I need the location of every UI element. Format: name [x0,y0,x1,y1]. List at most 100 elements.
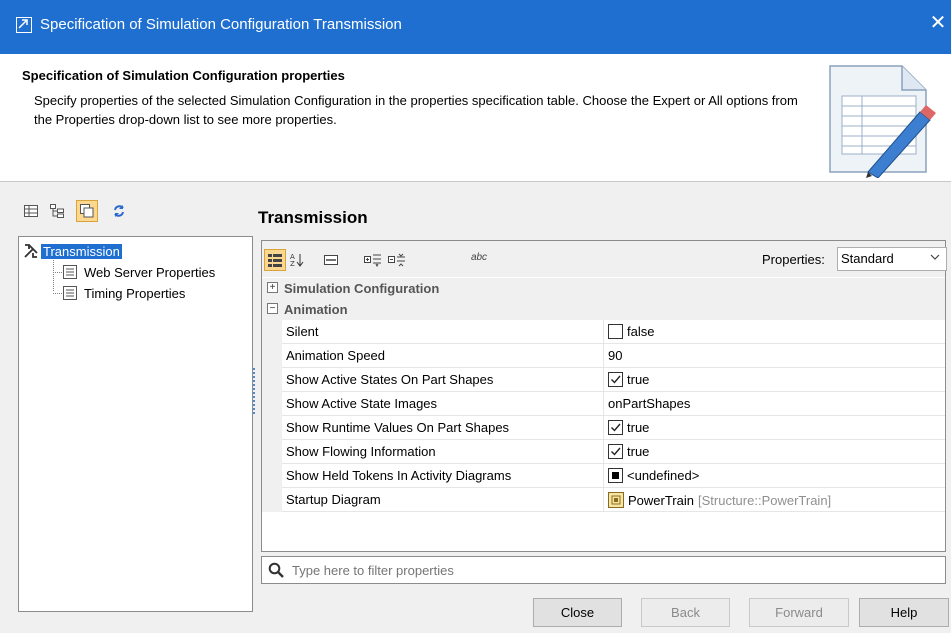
properties-toolbar: AZ abc Properties: Standard [262,241,947,277]
property-value[interactable]: <undefined> [608,468,699,483]
property-value[interactable]: PowerTrain [Structure::PowerTrain] [608,492,831,508]
diagram-icon [608,492,624,508]
svg-text:Z: Z [290,260,295,267]
properties-dropdown[interactable]: Standard [837,247,947,271]
tree-item-transmission[interactable]: Transmission [23,242,122,260]
forward-button[interactable]: Forward [749,598,849,627]
property-value[interactable]: onPartShapes [608,396,690,411]
expand-icon[interactable]: + [267,282,278,293]
property-name: Show Held Tokens In Activity Diagrams [286,468,512,483]
property-value[interactable]: 90 [608,348,622,363]
table-row[interactable]: Show Active States On Part Shapes true [262,368,945,392]
property-value[interactable]: false [608,324,654,339]
row-gutter [262,440,282,464]
group-label: Animation [284,302,348,317]
dialog-header: Specification of Simulation Configuratio… [0,54,951,182]
specification-tree: Transmission Web Server Properties Timin… [18,236,253,612]
group-label: Simulation Configuration [284,281,440,296]
tree-item-label: Transmission [41,243,122,259]
row-gutter [262,344,282,368]
app-icon [16,17,32,33]
column-divider [603,368,604,392]
column-divider [603,440,604,464]
checkbox-unchecked[interactable] [608,324,623,339]
categorized-view-icon[interactable] [264,249,286,271]
column-divider [603,392,604,416]
column-divider [603,416,604,440]
property-name: Animation Speed [286,348,386,363]
tree-item-web-server-properties[interactable]: Web Server Properties [63,263,217,281]
property-value-text: true [627,444,650,459]
tree-item-label: Timing Properties [84,285,186,301]
filter-input[interactable] [292,561,932,580]
column-divider [603,320,604,344]
table-row[interactable]: Silent false [262,320,945,344]
collapse-icon[interactable]: − [267,303,278,314]
title-bar: Specification of Simulation Configuratio… [0,0,951,54]
row-gutter [262,464,282,488]
properties-label: Properties: [762,252,825,267]
property-value[interactable]: true [608,444,649,459]
table-row[interactable]: Show Active State Images onPartShapes [262,392,945,416]
column-divider [603,488,604,512]
refresh-icon[interactable] [108,200,130,222]
filter-box[interactable] [261,556,946,584]
property-value-text: <undefined> [627,468,700,483]
property-value-text: PowerTrain [628,492,694,508]
close-button[interactable]: Close [533,598,622,627]
property-name: Silent [286,324,319,339]
checkbox-indeterminate[interactable] [608,468,623,483]
tree-guide [53,255,54,291]
property-value[interactable]: true [608,420,649,435]
property-name: Show Flowing Information [286,444,436,459]
chevron-down-icon [930,252,940,264]
row-gutter [262,392,282,416]
splitter-handle[interactable] [253,368,256,414]
column-divider [603,464,604,488]
table-row[interactable]: Show Flowing Information true [262,440,945,464]
close-icon[interactable]: ✕ [929,13,947,33]
properties-dropdown-value: Standard [841,251,894,266]
copy-view-icon[interactable] [76,200,98,222]
sort-alphabetical-icon[interactable]: AZ [286,249,308,271]
document-pencil-icon [829,65,936,178]
spell-check-icon[interactable]: abc [468,249,490,271]
checkbox-checked[interactable] [608,444,623,459]
property-value-text: true [627,372,650,387]
table-row[interactable]: Animation Speed 90 [262,344,945,368]
row-gutter [262,368,282,392]
table-row[interactable]: Show Held Tokens In Activity Diagrams <u… [262,464,945,488]
group-simulation-configuration[interactable]: + Simulation Configuration [262,278,945,299]
property-name: Startup Diagram [286,492,381,507]
description-area-icon[interactable] [320,249,342,271]
properties-table: AZ abc Properties: Standard + Simulation… [261,240,947,552]
property-group-icon [63,265,77,279]
row-gutter [262,320,282,344]
table-row[interactable]: Startup Diagram PowerTrain [Structure::P… [262,488,945,512]
qualified-name: [Structure::PowerTrain] [697,492,832,508]
help-button[interactable]: Help [859,598,949,627]
tools-icon [24,244,38,258]
checkbox-checked[interactable] [608,420,623,435]
table-row[interactable]: Show Runtime Values On Part Shapes true [262,416,945,440]
table-view-icon[interactable] [20,200,42,222]
search-icon [268,562,284,581]
row-gutter [262,488,282,512]
property-name: Show Active State Images [286,396,438,411]
property-value[interactable]: true [608,372,649,387]
group-animation[interactable]: − Animation [262,299,945,320]
collapse-all-icon[interactable] [386,249,408,271]
property-value-text: onPartShapes [608,396,691,411]
header-description: Specify properties of the selected Simul… [34,93,798,127]
property-value-text: false [627,324,655,339]
tree-view-icon[interactable] [46,200,68,222]
row-gutter [262,416,282,440]
expand-all-icon[interactable] [362,249,384,271]
tree-item-timing-properties[interactable]: Timing Properties [63,284,187,302]
back-button[interactable]: Back [641,598,730,627]
tree-guide [53,272,62,273]
tree-guide [53,293,62,294]
checkbox-checked[interactable] [608,372,623,387]
spell-check-label: abc [470,251,488,263]
property-value-text: 90 [608,348,623,363]
